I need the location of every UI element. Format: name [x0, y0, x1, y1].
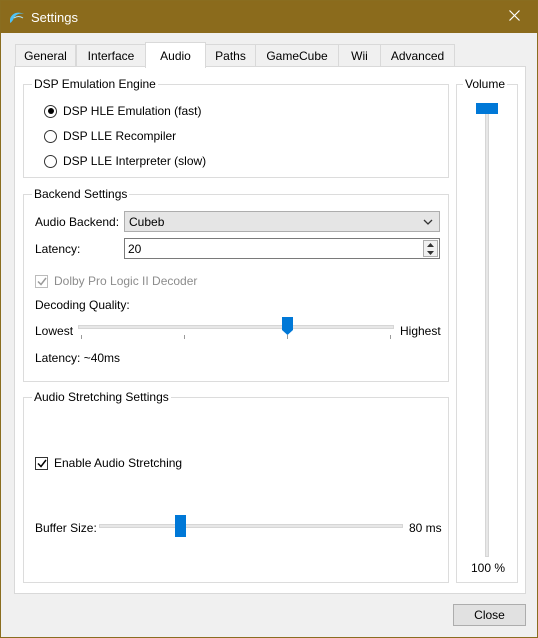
slider-tick: [390, 335, 391, 339]
enable-stretching-checkbox[interactable]: [35, 456, 48, 470]
spin-arrows[interactable]: [423, 240, 438, 257]
title-bar[interactable]: Settings: [1, 1, 537, 33]
slider-thumb[interactable]: [175, 515, 187, 537]
buffer-size-slider[interactable]: [99, 515, 403, 537]
volume-group-title: Volume: [463, 77, 508, 91]
volume-slider[interactable]: [476, 103, 498, 557]
enable-stretching-option[interactable]: Enable Audio Stretching: [35, 456, 182, 470]
highest-label: Highest: [400, 324, 441, 338]
dsp-hle-option[interactable]: DSP HLE Emulation (fast): [44, 104, 202, 118]
volume-track: [485, 107, 489, 557]
radio-button[interactable]: [44, 129, 57, 143]
dolphin-icon: [9, 10, 25, 27]
decoding-quality-label: Decoding Quality:: [35, 298, 130, 312]
volume-value: 100 %: [471, 561, 506, 575]
buffer-size-value: 80 ms: [409, 521, 442, 535]
slider-tick: [184, 335, 185, 339]
tab-paths[interactable]: Paths: [205, 44, 256, 67]
latency-label: Latency:: [35, 242, 81, 256]
dolby-checkbox[interactable]: [35, 274, 48, 288]
dsp-group: DSP Emulation Engine DSP HLE Emulation (…: [23, 77, 449, 178]
backend-group-title: Backend Settings: [32, 187, 130, 201]
slider-thumb[interactable]: [282, 317, 293, 335]
spin-up-icon[interactable]: [424, 241, 437, 249]
radio-button[interactable]: [44, 154, 57, 168]
dsp-hle-label: DSP HLE Emulation (fast): [63, 104, 202, 118]
buffer-size-label: Buffer Size:: [35, 521, 97, 535]
tab-gamecube[interactable]: GameCube: [255, 44, 339, 67]
stretching-group-title: Audio Stretching Settings: [32, 390, 171, 404]
dolby-option[interactable]: Dolby Pro Logic II Decoder: [35, 274, 197, 288]
tab-wii[interactable]: Wii: [338, 44, 381, 67]
slider-thumb[interactable]: [476, 103, 498, 114]
chevron-down-icon: [423, 216, 433, 230]
dsp-group-title: DSP Emulation Engine: [32, 77, 158, 91]
window-close-button[interactable]: [491, 1, 537, 33]
decoding-quality-slider[interactable]: [78, 317, 394, 341]
dolby-label: Dolby Pro Logic II Decoder: [54, 274, 198, 288]
tab-interface[interactable]: Interface: [76, 44, 146, 67]
latency-spinbox[interactable]: 20: [124, 238, 440, 259]
slider-tick: [287, 335, 288, 339]
audio-panel: DSP Emulation Engine DSP HLE Emulation (…: [14, 66, 526, 594]
slider-tick: [81, 335, 82, 339]
dsp-lle-interpreter-label: DSP LLE Interpreter (slow): [63, 154, 207, 168]
enable-stretching-label: Enable Audio Stretching: [54, 456, 183, 470]
stretching-group: Audio Stretching Settings Enable Audio S…: [23, 390, 449, 583]
audio-backend-select[interactable]: Cubeb: [124, 211, 440, 232]
tab-audio[interactable]: Audio: [145, 42, 206, 68]
tab-advanced[interactable]: Advanced: [380, 44, 455, 67]
settings-window: Settings General Interface Audio Paths G…: [0, 0, 538, 638]
latency-value: 20: [128, 241, 142, 256]
slider-track: [99, 524, 403, 528]
window-title: Settings: [31, 10, 78, 25]
backend-group: Backend Settings Audio Backend: Cubeb La…: [23, 187, 449, 382]
dsp-lle-interpreter-option[interactable]: DSP LLE Interpreter (slow): [44, 154, 206, 168]
close-button[interactable]: Close: [453, 604, 526, 626]
dsp-lle-recompiler-option[interactable]: DSP LLE Recompiler: [44, 129, 176, 143]
audio-backend-label: Audio Backend:: [35, 215, 120, 229]
dsp-lle-recompiler-label: DSP LLE Recompiler: [63, 129, 177, 143]
close-icon: [508, 10, 520, 24]
spin-down-icon[interactable]: [424, 249, 437, 257]
audio-backend-value: Cubeb: [129, 214, 165, 229]
radio-button[interactable]: [44, 104, 57, 118]
slider-track: [78, 325, 394, 329]
latency-readout: Latency: ~40ms: [35, 351, 121, 365]
lowest-label: Lowest: [35, 324, 74, 338]
tab-general[interactable]: General: [15, 44, 76, 67]
volume-group: Volume 100 %: [456, 77, 518, 583]
